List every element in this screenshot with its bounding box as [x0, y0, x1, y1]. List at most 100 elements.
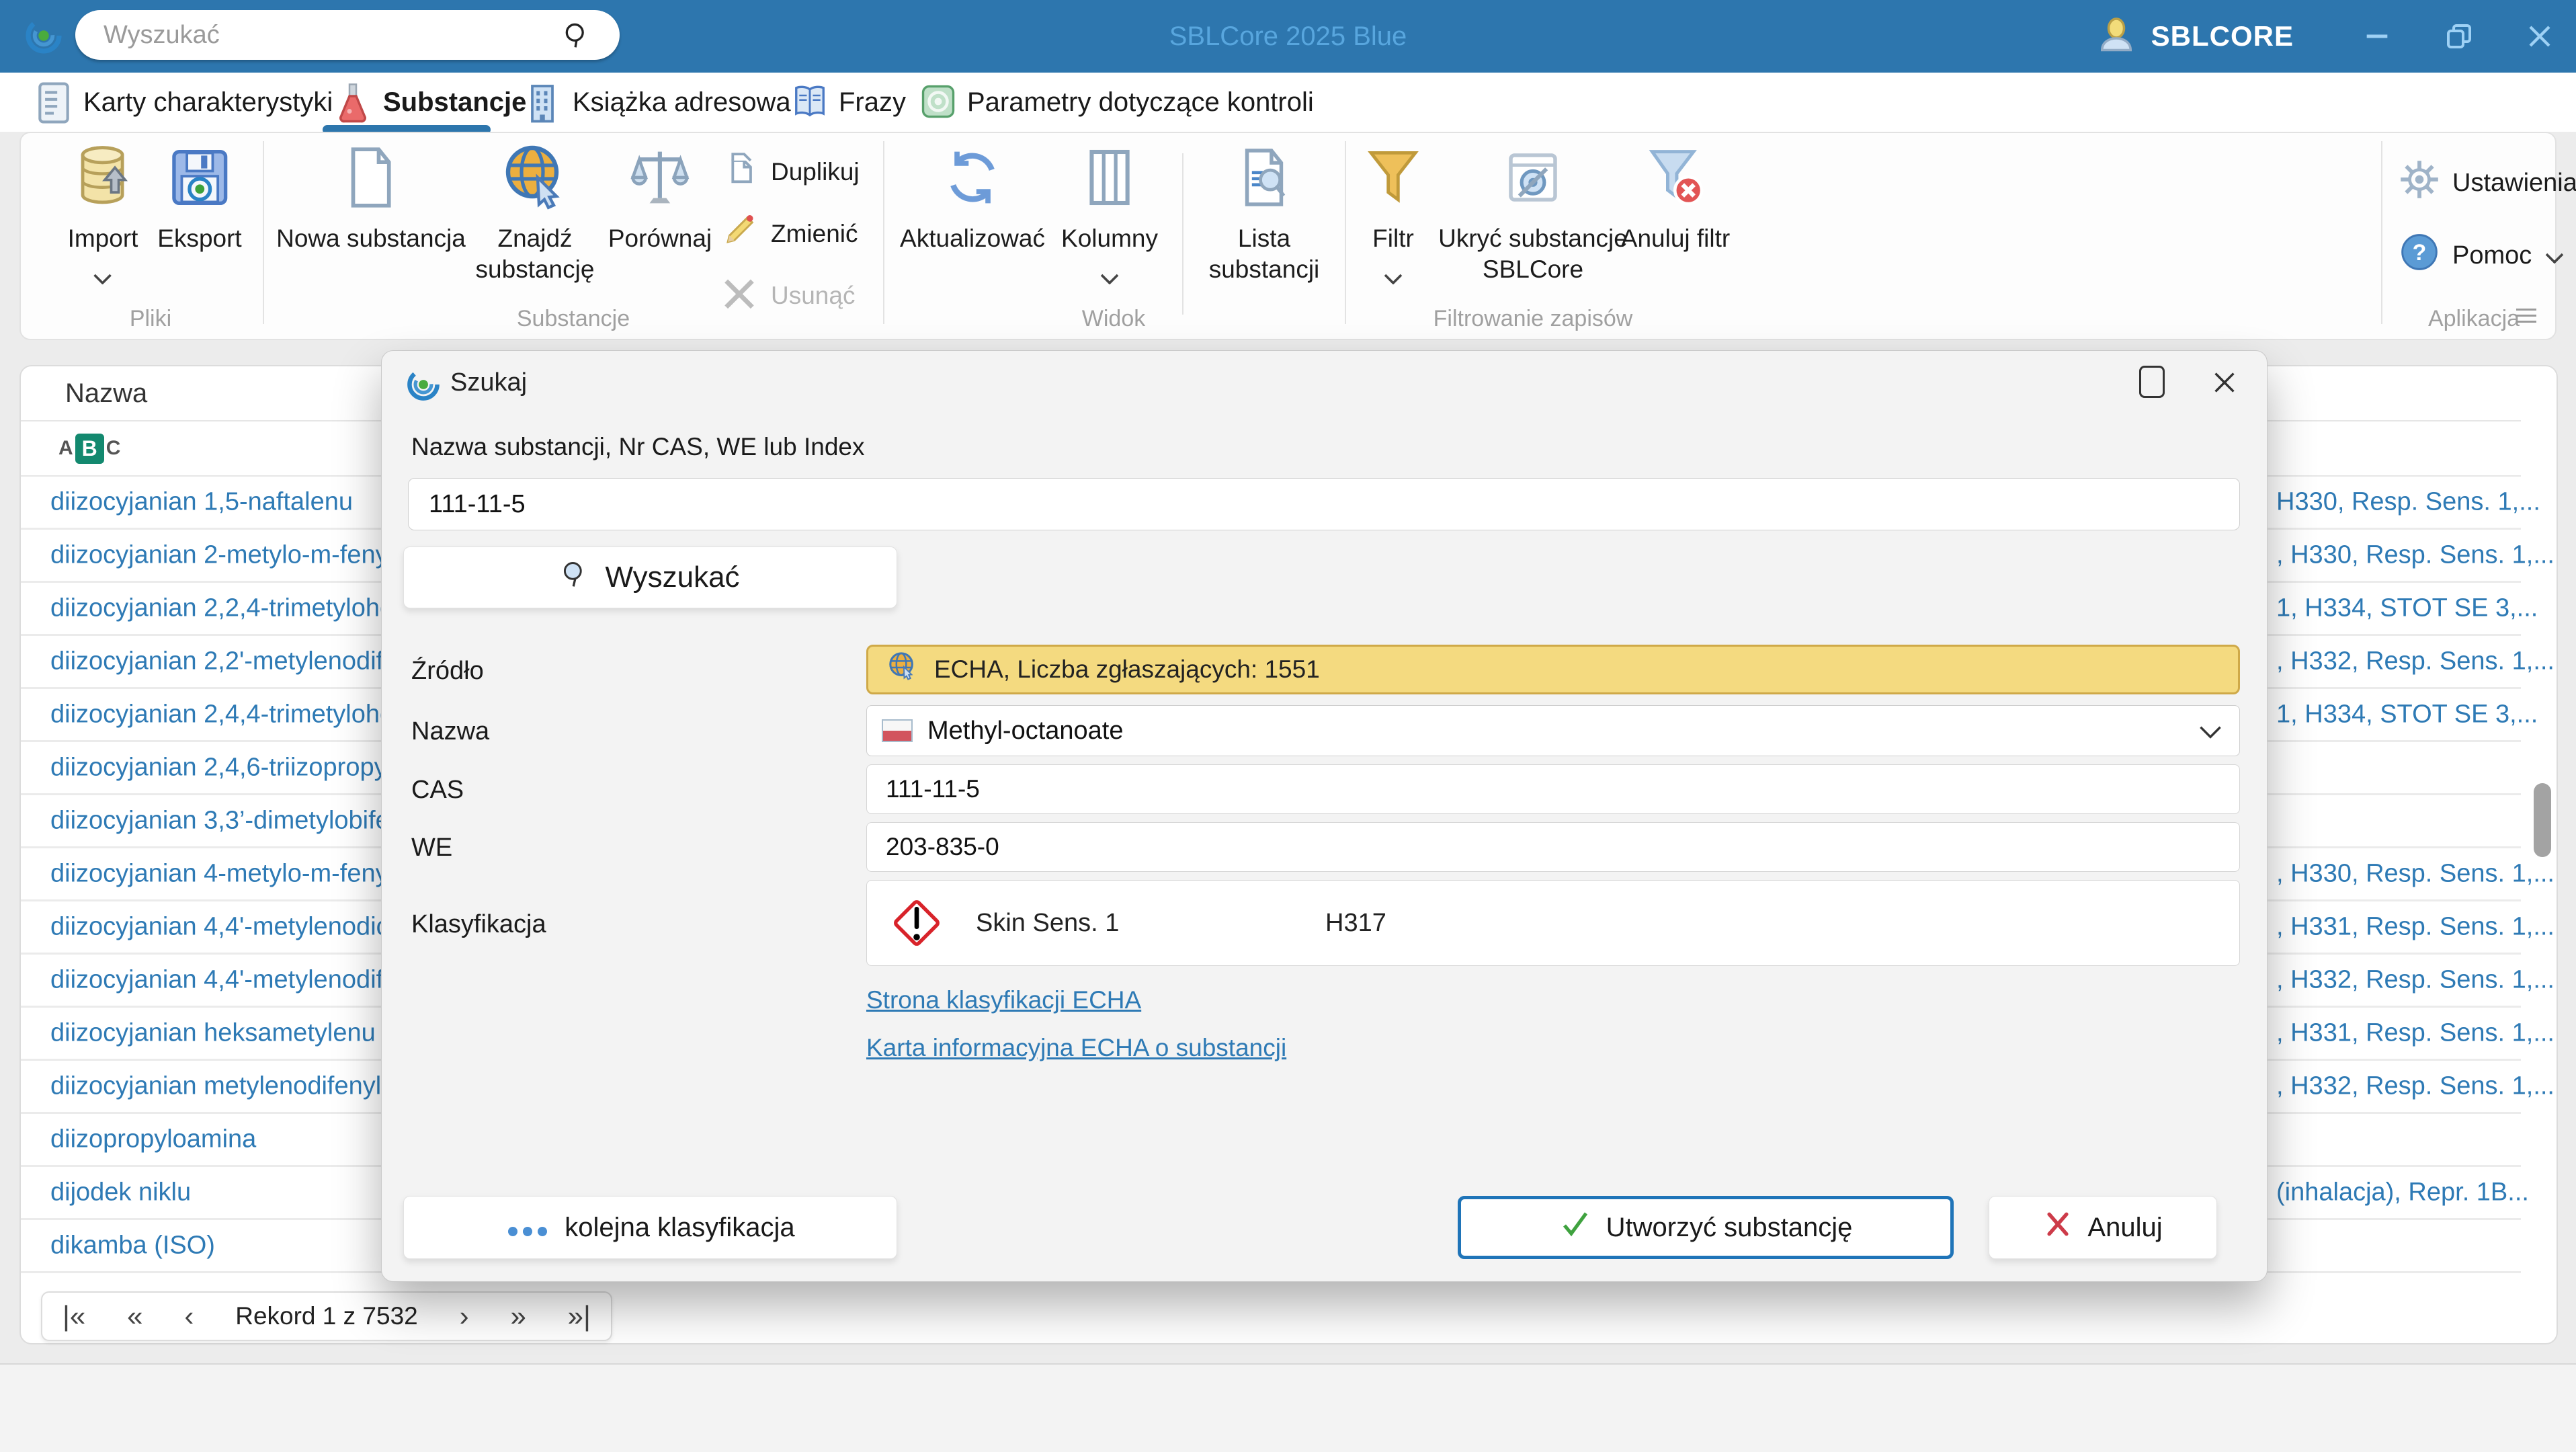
- group-options-icon[interactable]: [2516, 305, 2536, 327]
- echa-classification-link[interactable]: Strona klasyfikacji ECHA: [866, 986, 1141, 1014]
- substance-name: diizocyjanian metylenodifenylu: [50, 1072, 396, 1100]
- cas-field[interactable]: 111-11-5: [866, 764, 2240, 814]
- global-search-input[interactable]: [102, 15, 535, 54]
- szukaj-dialog: Szukaj Nazwa substancji, Nr CAS, WE lub …: [381, 350, 2268, 1282]
- anuluj-filtr-button[interactable]: Anuluj filtr: [1608, 143, 1743, 254]
- help-icon: ?: [2400, 233, 2439, 278]
- import-button[interactable]: Import: [68, 143, 138, 292]
- tab-label: Parametry dotyczące kontroli: [967, 87, 1314, 117]
- close-button[interactable]: [2506, 0, 2573, 73]
- flask-icon: [336, 82, 371, 123]
- pomoc-button[interactable]: ? Pomoc: [2400, 233, 2564, 278]
- search-icon[interactable]: [562, 20, 591, 53]
- klasyfikacja-field[interactable]: Skin Sens. 1 H317: [866, 880, 2240, 966]
- substance-classification-tail: , H330, Resp. Sens. 1,...: [2276, 540, 2554, 569]
- database-import-icon: [72, 143, 134, 210]
- vertical-scrollbar[interactable]: [2532, 427, 2552, 1328]
- chevron-down-icon: [1100, 261, 1119, 292]
- search-field-label: Nazwa substancji, Nr CAS, WE lub Index: [411, 433, 865, 460]
- lista-substancji-button[interactable]: Lista substancji: [1187, 143, 1341, 286]
- account-name[interactable]: SBLCORE: [2151, 20, 2294, 52]
- app-window: SBLCore 2025 Blue SBLCORE Karty charakte…: [0, 0, 2576, 1452]
- tab-label: Frazy: [839, 87, 906, 117]
- duplikuj-button[interactable]: Duplikuj: [720, 149, 860, 194]
- nowa-substancja-button[interactable]: Nowa substancja: [276, 143, 466, 254]
- scrollbar-thumb[interactable]: [2534, 783, 2551, 857]
- group-label-substancje: Substancje: [516, 306, 630, 331]
- duplicate-pages-icon: [720, 149, 759, 194]
- column-header-label: Nazwa: [65, 378, 148, 408]
- red-x-icon: [2043, 1209, 2073, 1246]
- fast-next-button[interactable]: »: [510, 1302, 526, 1330]
- dialog-close-button[interactable]: [2209, 367, 2240, 401]
- tab-label: Substancje: [383, 87, 527, 117]
- substance-classification-tail: 1, H334, STOT SE 3,...: [2276, 594, 2538, 622]
- substance-name: diizocyjanian 4,4'-metylenodicyk: [50, 912, 415, 941]
- global-search-box[interactable]: [75, 10, 620, 60]
- scales-icon: [629, 143, 691, 210]
- classification-hcode: H317: [1325, 908, 1386, 937]
- prev-record-button[interactable]: ‹: [184, 1302, 194, 1330]
- zrodlo-label: Źródło: [411, 657, 484, 685]
- next-record-button[interactable]: ›: [460, 1302, 469, 1330]
- eksport-button[interactable]: Eksport: [157, 143, 242, 254]
- filter-funnel-icon: [1364, 143, 1423, 210]
- filtr-button[interactable]: Filtr: [1364, 143, 1423, 292]
- delete-x-icon: [720, 273, 759, 318]
- anuluj-button[interactable]: Anuluj: [1989, 1196, 2217, 1259]
- eksport-label: Eksport: [157, 225, 242, 252]
- porownaj-button[interactable]: Porównaj: [608, 143, 712, 254]
- dialog-header: Szukaj: [382, 351, 2267, 415]
- first-record-button[interactable]: |«: [63, 1302, 85, 1330]
- ribbon-separator: [883, 141, 884, 324]
- duplikuj-label: Duplikuj: [771, 157, 860, 186]
- tab-frazy[interactable]: Frazy: [792, 73, 906, 132]
- chevron-down-icon[interactable]: [2199, 717, 2222, 745]
- dialog-maximize-button[interactable]: [2139, 366, 2165, 398]
- user-avatar-icon[interactable]: [2096, 15, 2136, 58]
- tab-substancje[interactable]: Substancje: [336, 73, 526, 132]
- zrodlo-field[interactable]: ECHA, Liczba zgłaszających: 1551: [866, 645, 2240, 694]
- substance-name: diizocyjanian 4,4'-metylenodifen: [50, 965, 412, 994]
- kolejna-klasyfikacja-button[interactable]: kolejna klasyfikacja: [403, 1196, 897, 1259]
- wyszukac-button[interactable]: Wyszukać: [403, 547, 897, 608]
- sds-document-icon: [36, 82, 71, 124]
- aktualizowac-button[interactable]: Aktualizować: [900, 143, 1045, 254]
- tab-parametry-kontroli[interactable]: Parametry dotyczące kontroli: [920, 73, 1314, 132]
- fast-prev-button[interactable]: «: [127, 1302, 142, 1330]
- search-value-input[interactable]: [427, 485, 2211, 523]
- ribbon-separator: [1345, 141, 1346, 324]
- kolejna-klasyfikacja-label: kolejna klasyfikacja: [565, 1212, 795, 1242]
- poland-flag-icon: [882, 719, 913, 742]
- cancel-filter-icon: [1645, 143, 1706, 210]
- we-field[interactable]: 203-835-0: [866, 822, 2240, 872]
- zmienic-button[interactable]: Zmienić: [720, 211, 858, 256]
- nazwa-select[interactable]: Methyl-octanoate: [866, 705, 2240, 756]
- nazwa-value: Methyl-octanoate: [927, 716, 1124, 745]
- hide-eye-icon: [1503, 143, 1563, 210]
- ustawienia-button[interactable]: Ustawienia: [2400, 160, 2576, 206]
- search-value-box[interactable]: [408, 478, 2240, 530]
- ustawienia-label: Ustawienia: [2452, 168, 2576, 197]
- substance-name: dijodek niklu: [50, 1178, 192, 1207]
- echa-globe-icon: [887, 651, 918, 688]
- echa-infocard-link[interactable]: Karta informacyjna ECHA o substancji: [866, 1034, 1286, 1062]
- znajdz-substancje-button[interactable]: Znajdź substancję: [451, 143, 619, 286]
- porownaj-label: Porównaj: [608, 225, 712, 252]
- minimize-button[interactable]: [2343, 0, 2411, 73]
- kolumny-button[interactable]: Kolumny: [1061, 143, 1158, 292]
- last-record-button[interactable]: »|: [568, 1302, 591, 1330]
- ribbon: Import Eksport Pliki Nowa substancja Zna…: [19, 132, 2576, 340]
- cas-label: CAS: [411, 776, 464, 804]
- tab-ksiazka-adresowa[interactable]: Książka adresowa: [526, 73, 791, 132]
- we-label: WE: [411, 834, 453, 862]
- group-label-aplikacja: Aplikacja: [2427, 306, 2520, 331]
- substance-classification-tail: H330, Resp. Sens. 1,...: [2276, 487, 2540, 516]
- substance-name: diizopropyloamina: [50, 1125, 257, 1154]
- utworzyc-substancje-button[interactable]: Utworzyć substancję: [1458, 1196, 1954, 1259]
- restore-button[interactable]: [2425, 0, 2493, 73]
- globe-search-icon: [503, 143, 567, 210]
- we-value: 203-835-0: [886, 833, 999, 860]
- tab-karty-charakterystyki[interactable]: Karty charakterystyki: [36, 73, 333, 132]
- ghs07-exclamation-pictogram: [884, 891, 949, 955]
